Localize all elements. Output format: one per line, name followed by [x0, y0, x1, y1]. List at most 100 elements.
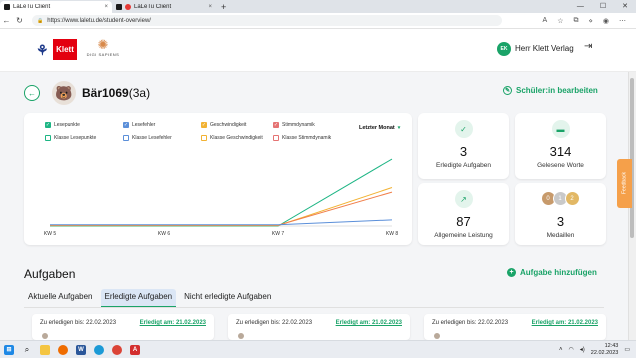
series-line-stimmdynamik	[50, 191, 393, 226]
legend-item[interactable]: ✓ Stimmdynamik	[273, 122, 345, 128]
notifications-icon[interactable]: ▭	[624, 346, 630, 353]
check-icon: ✓	[454, 120, 473, 138]
legend-item[interactable]: ✓ Geschwindigkeit	[201, 122, 273, 128]
back-button[interactable]: ←	[24, 85, 40, 101]
legend-item[interactable]: Klasse Stimmdynamik	[273, 135, 345, 141]
legend-item[interactable]: Klasse Geschwindigkeit	[201, 135, 273, 141]
legend-item[interactable]: Klasse Lesefehler	[123, 135, 201, 141]
checkbox-checked-icon[interactable]: ✓	[273, 122, 279, 128]
chevron-up-icon[interactable]: ˄	[559, 347, 563, 353]
file-explorer-icon[interactable]	[36, 341, 54, 358]
tab-divider	[24, 307, 604, 308]
favorite-star-icon[interactable]: ☆	[557, 17, 563, 25]
search-icon[interactable]: ⌕	[18, 341, 36, 358]
volume-icon[interactable]: ◂)	[580, 346, 585, 353]
legend-item[interactable]: ✓ Lesefehler	[123, 122, 201, 128]
windows-start-icon[interactable]: ⊞	[0, 341, 18, 358]
extensions-icon[interactable]: ⋄	[589, 17, 593, 25]
refresh-icon[interactable]: ↻	[13, 16, 26, 25]
legend-label: Lesepunkte	[54, 122, 80, 128]
stat-card-words-read: ▬ 314 Gelesene Worte	[515, 113, 606, 179]
task-completed-date[interactable]: Erledigt am: 21.02.2023	[532, 320, 598, 326]
firefox-icon[interactable]	[54, 341, 72, 358]
task-card[interactable]: Zu erledigen bis: 22.02.2023 Erledigt am…	[424, 314, 606, 340]
series-line-lesepunkte	[50, 158, 393, 227]
x-tick-label: KW 8	[386, 231, 398, 237]
logout-icon[interactable]: ⇥	[584, 41, 592, 52]
close-tab-icon[interactable]: ×	[104, 4, 108, 10]
clock-time: 12:43	[604, 342, 619, 349]
stat-value: 3	[556, 214, 565, 229]
legend-item[interactable]: Klasse Lesepunkte	[45, 135, 123, 141]
close-tab-icon[interactable]: ×	[208, 4, 212, 10]
tab-current-tasks[interactable]: Aktuelle Aufgaben	[24, 289, 97, 307]
checkbox-checked-icon[interactable]: ✓	[123, 122, 129, 128]
digi-sapiens-logo: ✺ DIGI SAPIENS	[86, 38, 120, 62]
legend-label: Stimmdynamik	[282, 122, 315, 128]
chevron-down-icon: ▾	[397, 125, 401, 131]
user-avatar[interactable]: EK	[497, 42, 511, 56]
maximize-icon[interactable]: ☐	[600, 1, 606, 13]
add-task-button[interactable]: + Aufgabe hinzufügen	[507, 268, 597, 277]
digi-sapiens-text: DIGI SAPIENS	[86, 52, 120, 57]
chrome-icon[interactable]	[108, 341, 126, 358]
checkbox-checked-icon[interactable]: ✓	[45, 122, 51, 128]
task-card[interactable]: Zu erledigen bis: 22.02.2023 Erledigt am…	[32, 314, 214, 340]
performance-chart-card: KW 5 KW 6 KW 7 KW 8 ✓ Lesepunkte ✓ Lesefehler ✓…	[24, 113, 412, 245]
minimize-icon[interactable]: —	[577, 1, 584, 13]
acrobat-icon[interactable]: A	[126, 341, 144, 358]
stat-label: Medaillen	[546, 232, 575, 239]
user-name[interactable]: Herr Klett Verlag	[515, 44, 574, 53]
back-nav-icon[interactable]: ←	[0, 16, 13, 25]
x-tick-label: KW 6	[158, 231, 170, 237]
task-completed-date[interactable]: Erledigt am: 21.02.2023	[336, 320, 402, 326]
browser-tab-inactive[interactable]: LaLeTu Client ×	[112, 1, 216, 13]
edge-icon[interactable]	[90, 341, 108, 358]
read-aloud-icon[interactable]: A	[543, 17, 548, 25]
stat-label: Erledigte Aufgaben	[436, 162, 491, 169]
collections-icon[interactable]: ⧉	[574, 17, 579, 25]
feedback-button[interactable]: Feedback	[617, 159, 632, 208]
browser-tab-title: LaLeTu Client	[13, 4, 51, 10]
student-title: Bär1069(3a)	[82, 86, 150, 100]
checkbox-icon[interactable]	[273, 135, 279, 141]
medals-icon: 0 1 2	[540, 191, 580, 206]
stat-value: 314	[549, 144, 572, 159]
lock-icon: 🔒	[37, 17, 44, 24]
new-tab-button[interactable]: +	[216, 1, 231, 13]
wifi-icon[interactable]: ◠	[569, 346, 574, 353]
profile-icon[interactable]: ◉	[603, 17, 609, 25]
edit-student-button[interactable]: ✎ Schüler:in bearbeiten	[503, 86, 598, 95]
task-completed-date[interactable]: Erledigt am: 21.02.2023	[140, 320, 206, 326]
arrow-left-icon: ←	[28, 88, 36, 98]
taskbar-clock[interactable]: 12:43 22.02.2023	[591, 343, 619, 357]
legend-label: Lesefehler	[132, 122, 156, 128]
url-field[interactable]: 🔒 https://www.laletu.de/student-overview…	[32, 15, 502, 26]
checkbox-icon[interactable]	[201, 135, 207, 141]
bear-icon: 🐻	[55, 84, 73, 101]
word-icon[interactable]: W	[72, 341, 90, 358]
legend-label: Klasse Geschwindigkeit	[210, 135, 263, 141]
tab-incomplete-tasks[interactable]: Nicht erledigte Aufgaben	[180, 289, 275, 307]
clock-date: 22.02.2023	[590, 349, 619, 356]
task-thumbnail	[434, 333, 440, 339]
legend-item[interactable]: ✓ Lesepunkte	[45, 122, 123, 128]
close-window-icon[interactable]: ✕	[622, 1, 628, 13]
laletu-favicon-icon	[116, 4, 122, 10]
checkbox-icon[interactable]	[45, 135, 51, 141]
series-line-lesefehler	[50, 219, 393, 226]
sun-logo-icon: ✺	[97, 37, 109, 52]
klett-logo: Klett	[53, 39, 77, 60]
task-card[interactable]: Zu erledigen bis: 22.02.2023 Erledigt am…	[228, 314, 410, 340]
browser-tab-active[interactable]: LaLeTu Client ×	[0, 1, 112, 13]
more-menu-icon[interactable]: ⋯	[619, 17, 626, 25]
task-due-date: Zu erledigen bis: 22.02.2023	[236, 320, 313, 326]
checkbox-checked-icon[interactable]: ✓	[201, 122, 207, 128]
x-tick-label: KW 5	[44, 231, 56, 237]
checkbox-icon[interactable]	[123, 135, 129, 141]
period-select[interactable]: Letzter Monat ▾	[359, 125, 400, 131]
legend-label: Klasse Lesepunkte	[54, 135, 97, 141]
tab-completed-tasks[interactable]: Erledigte Aufgaben	[100, 289, 177, 307]
recording-icon	[125, 4, 131, 10]
scrollbar-thumb[interactable]	[630, 78, 634, 238]
